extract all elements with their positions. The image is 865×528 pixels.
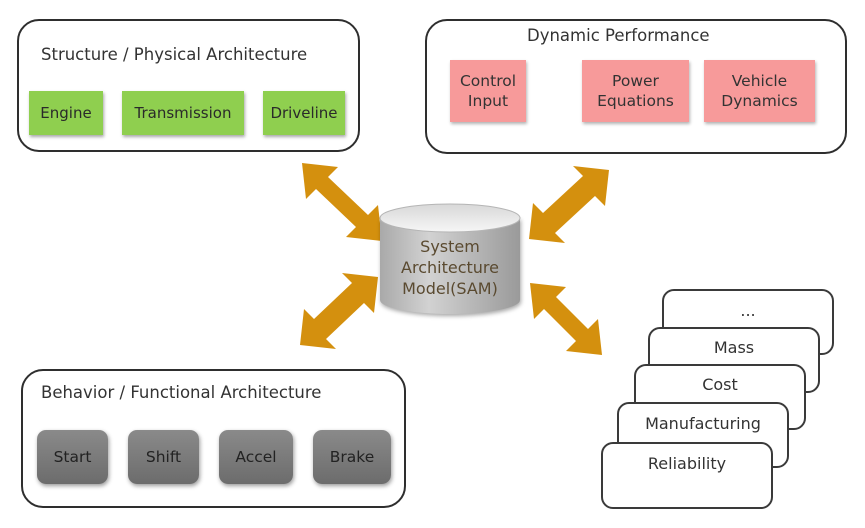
sam-line2: Architecture (401, 258, 499, 277)
attribute-card-reliability[interactable]: Reliability (601, 442, 773, 509)
driveline-block[interactable]: Driveline (263, 91, 345, 135)
vehicle-dynamics-line2: Dynamics (721, 92, 798, 110)
dynamic-performance-title: Dynamic Performance (527, 26, 710, 45)
control-input-block[interactable]: Control Input (450, 60, 526, 122)
start-block[interactable]: Start (37, 430, 108, 484)
attribute-card-manufacturing-label: Manufacturing (645, 414, 761, 433)
vehicle-dynamics-line1: Vehicle (731, 72, 788, 90)
attribute-card-cost-label: Cost (702, 375, 738, 394)
power-equations-block[interactable]: Power Equations (582, 60, 689, 122)
brake-block[interactable]: Brake (313, 430, 391, 484)
shift-block[interactable]: Shift (128, 430, 199, 484)
engine-block[interactable]: Engine (29, 91, 103, 135)
double-arrow-behavior (300, 273, 378, 349)
power-equations-line1: Power (612, 72, 659, 90)
double-arrow-dynamic (529, 166, 609, 243)
double-arrow-structure (302, 163, 382, 241)
sam-line3: Model(SAM) (402, 279, 498, 298)
control-input-line2: Input (467, 92, 509, 110)
control-input-line1: Control (459, 72, 517, 90)
attribute-card-mass-label: Mass (713, 338, 755, 357)
sam-line1: System (420, 237, 480, 256)
attribute-card-reliability-label: Reliability (647, 454, 727, 473)
behavior-title: Behavior / Functional Architecture (41, 383, 322, 402)
attribute-card-more-label: ... (740, 301, 756, 320)
vehicle-dynamics-block[interactable]: Vehicle Dynamics (704, 60, 815, 122)
accel-block[interactable]: Accel (219, 430, 293, 484)
power-equations-line2: Equations (597, 92, 674, 110)
system-architecture-model[interactable]: System Architecture Model(SAM) (380, 236, 520, 299)
structure-title: Structure / Physical Architecture (41, 45, 308, 64)
double-arrow-attributes (530, 283, 602, 355)
transmission-block[interactable]: Transmission (122, 91, 244, 135)
